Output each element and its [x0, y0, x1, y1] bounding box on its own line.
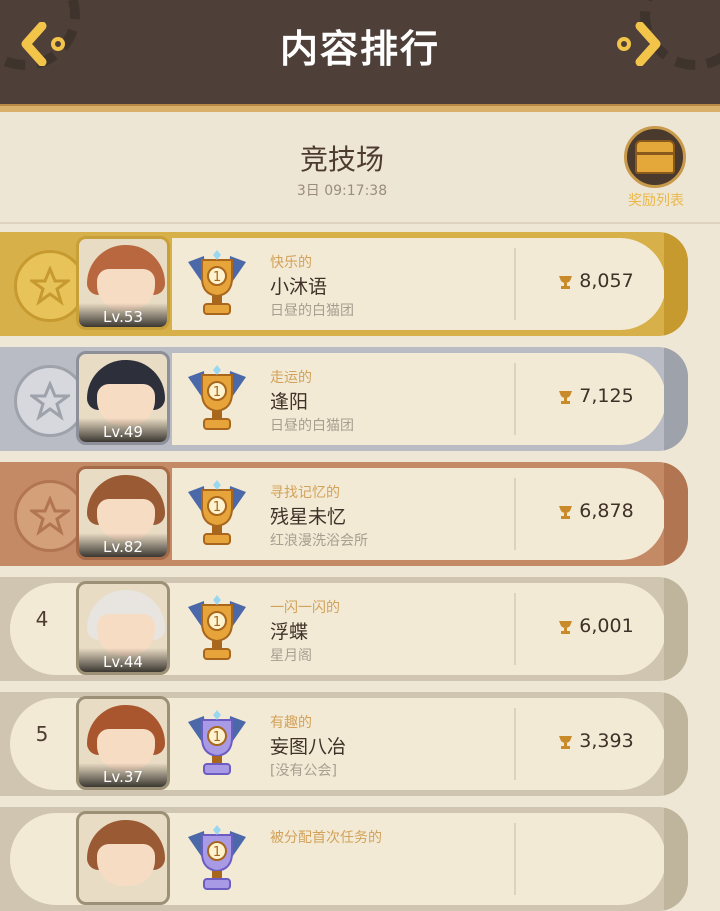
- small-trophy-icon: [559, 735, 573, 749]
- player-level: Lv.82: [79, 533, 167, 557]
- reward-list-label: 奖励列表: [628, 193, 684, 209]
- small-trophy-icon: [559, 620, 573, 634]
- row-separator: [514, 708, 516, 780]
- trophy-icon: 1: [188, 595, 246, 660]
- row-separator: [514, 478, 516, 550]
- trophy-score: 6,878: [536, 500, 656, 522]
- guild-name: 日昼的白猫团: [270, 418, 354, 434]
- medal-star-icon: [30, 266, 70, 306]
- guild-name: [没有公会]: [270, 763, 337, 779]
- score-value: 6,001: [579, 615, 634, 637]
- divider: [0, 222, 720, 224]
- player-title: 被分配首次任务的: [270, 830, 382, 846]
- chevron-right-gear-icon: [617, 22, 661, 66]
- trophy-score: 7,125: [536, 385, 656, 407]
- row-edge: [664, 577, 688, 681]
- arena-countdown: 3日 09:17:38: [296, 183, 388, 199]
- ranking-row[interactable]: Lv.82 1 寻找记忆的 残星未忆 红浪漫洗浴会所 6,878: [0, 462, 688, 566]
- score-value: 6,878: [579, 500, 634, 522]
- trophy-icon: 1: [188, 365, 246, 430]
- player-name: 妄图八冶: [270, 736, 347, 758]
- row-edge: [664, 462, 688, 566]
- row-edge: [664, 807, 688, 911]
- small-trophy-icon: [559, 505, 573, 519]
- avatar-face: [97, 844, 155, 886]
- trophy-icon: 1: [188, 710, 246, 775]
- medal-star-icon: [30, 496, 70, 536]
- svg-text:1: 1: [213, 845, 221, 860]
- player-title: 走运的: [270, 370, 312, 386]
- arena-title: 竞技场: [299, 143, 384, 176]
- player-name: 残星未忆: [270, 506, 347, 528]
- score-value: 3,393: [579, 730, 634, 752]
- avatar[interactable]: Lv.37: [76, 696, 170, 790]
- player-level: Lv.53: [79, 303, 167, 327]
- treasure-chest-icon: [635, 140, 675, 174]
- player-title: 快乐的: [270, 255, 312, 271]
- row-edge: [664, 692, 688, 796]
- rank-number: 4: [35, 607, 49, 631]
- trophy-icon: 1: [188, 480, 246, 545]
- small-trophy-icon: [559, 390, 573, 404]
- svg-text:1: 1: [213, 385, 221, 400]
- small-trophy-icon: [559, 275, 573, 289]
- svg-text:1: 1: [213, 615, 221, 630]
- ranking-row[interactable]: 1 被分配首次任务的: [0, 807, 688, 911]
- svg-text:1: 1: [213, 270, 221, 285]
- trophy-icon: 1: [188, 825, 246, 890]
- row-edge: [664, 347, 688, 451]
- ranking-row[interactable]: Lv.53 1 快乐的 小沐语 日昼的白猫团 8,057: [0, 232, 688, 336]
- row-separator: [514, 248, 516, 320]
- row-separator: [514, 593, 516, 665]
- player-title: 有趣的: [270, 715, 312, 731]
- ranking-row[interactable]: 4 Lv.44 1 一闪一闪的 浮蝶 星月阁 6,001: [0, 577, 688, 681]
- reward-circle: [624, 126, 686, 188]
- row-edge: [664, 232, 688, 336]
- avatar[interactable]: Lv.49: [76, 351, 170, 445]
- guild-name: 红浪漫洗浴会所: [270, 533, 368, 549]
- ranking-row[interactable]: Lv.49 1 走运的 逢阳 日昼的白猫团 7,125: [0, 347, 688, 451]
- avatar[interactable]: Lv.53: [76, 236, 170, 330]
- player-name: 浮蝶: [270, 621, 309, 643]
- player-title: 寻找记忆的: [270, 485, 340, 501]
- trophy-score: 8,057: [536, 270, 656, 292]
- svg-text:1: 1: [213, 500, 221, 515]
- player-title: 一闪一闪的: [270, 600, 340, 616]
- player-level: Lv.49: [79, 418, 167, 442]
- ranking-row[interactable]: 5 Lv.37 1 有趣的 妄图八冶 [没有公会] 3,393: [0, 692, 688, 796]
- rank-number: 5: [35, 722, 49, 746]
- guild-name: 星月阁: [270, 648, 312, 664]
- header-border: [0, 104, 720, 112]
- trophy-icon: 1: [188, 250, 246, 315]
- player-level: Lv.44: [79, 648, 167, 672]
- avatar[interactable]: [76, 811, 170, 905]
- score-value: 7,125: [579, 385, 634, 407]
- player-name: 小沐语: [270, 276, 328, 298]
- guild-name: 日昼的白猫团: [270, 303, 354, 319]
- forward-button[interactable]: [608, 22, 664, 66]
- player-level: Lv.37: [79, 763, 167, 787]
- row-separator: [514, 823, 516, 895]
- svg-text:1: 1: [213, 730, 221, 745]
- trophy-score: 6,001: [536, 615, 656, 637]
- avatar[interactable]: Lv.82: [76, 466, 170, 560]
- row-separator: [514, 363, 516, 435]
- reward-list-button[interactable]: 奖励列表: [620, 126, 692, 212]
- player-name: 逢阳: [270, 391, 309, 413]
- medal-star-icon: [30, 381, 70, 421]
- top-bar: 内容排行: [0, 0, 720, 104]
- score-value: 8,057: [579, 270, 634, 292]
- trophy-score: 3,393: [536, 730, 656, 752]
- avatar[interactable]: Lv.44: [76, 581, 170, 675]
